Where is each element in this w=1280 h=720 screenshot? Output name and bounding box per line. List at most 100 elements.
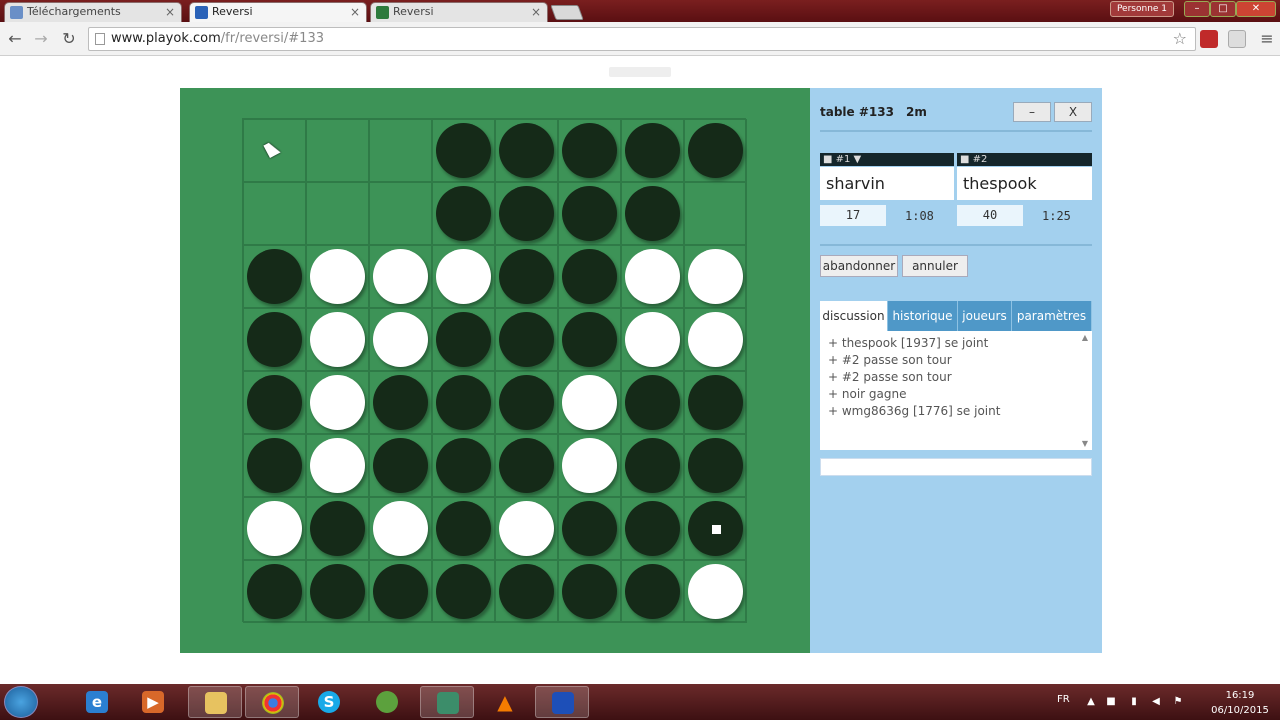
tab-parametres[interactable]: paramètres: [1012, 301, 1092, 331]
board-cell[interactable]: [243, 371, 306, 434]
board-cell[interactable]: [306, 560, 369, 623]
resign-button[interactable]: abandonner: [820, 255, 898, 277]
bookmark-star-icon[interactable]: ☆: [1173, 28, 1187, 50]
board-cell[interactable]: [621, 119, 684, 182]
board-cell[interactable]: [621, 245, 684, 308]
board-cell[interactable]: [306, 182, 369, 245]
board-cell[interactable]: [621, 560, 684, 623]
vlc-icon[interactable]: ▲: [478, 686, 532, 718]
back-button[interactable]: ←: [4, 28, 26, 50]
board-cell[interactable]: [306, 245, 369, 308]
taskbar-time[interactable]: 16:19: [1205, 690, 1275, 701]
chat-input[interactable]: [820, 458, 1092, 476]
maximize-button[interactable]: □: [1210, 1, 1236, 17]
tab-close-icon[interactable]: ×: [350, 3, 360, 21]
board-cell[interactable]: [684, 245, 747, 308]
board-cell[interactable]: [243, 245, 306, 308]
tab-close-icon[interactable]: ×: [531, 3, 541, 21]
board-cell[interactable]: [369, 182, 432, 245]
explorer-icon[interactable]: [188, 686, 242, 718]
app-icon[interactable]: [420, 686, 474, 718]
board-cell[interactable]: [684, 371, 747, 434]
player2-header[interactable]: ■ #2: [957, 153, 1092, 166]
board-cell[interactable]: [306, 308, 369, 371]
reload-button[interactable]: ↻: [58, 28, 80, 50]
window-close-button[interactable]: ✕: [1236, 1, 1276, 17]
board-cell[interactable]: [432, 182, 495, 245]
chat-log[interactable]: + thespook [1937] se joint + #2 passe so…: [820, 331, 1092, 450]
board-cell[interactable]: [621, 308, 684, 371]
board-cell[interactable]: [306, 119, 369, 182]
board-cell[interactable]: [432, 434, 495, 497]
taskbar-date[interactable]: 06/10/2015: [1205, 705, 1275, 716]
board-cell[interactable]: [684, 497, 747, 560]
board-cell[interactable]: [495, 371, 558, 434]
tray-app-icon[interactable]: ■: [1105, 696, 1117, 708]
board-cell[interactable]: [621, 371, 684, 434]
media-icon[interactable]: ▶: [126, 686, 180, 718]
language-indicator[interactable]: FR: [1057, 694, 1070, 705]
chrome-icon[interactable]: [245, 686, 299, 718]
board-cell[interactable]: [306, 434, 369, 497]
board-cell[interactable]: [495, 434, 558, 497]
board-cell[interactable]: [558, 434, 621, 497]
board-cell[interactable]: [495, 560, 558, 623]
remote-icon[interactable]: [535, 686, 589, 718]
board-cell[interactable]: [369, 371, 432, 434]
board-cell[interactable]: [558, 308, 621, 371]
board-cell[interactable]: [621, 434, 684, 497]
cancel-button[interactable]: annuler: [902, 255, 968, 277]
board-cell[interactable]: [558, 119, 621, 182]
board-cell[interactable]: [495, 308, 558, 371]
player1-header[interactable]: ■ #1 ▼: [820, 153, 954, 166]
board-cell[interactable]: [558, 560, 621, 623]
board-cell[interactable]: [369, 497, 432, 560]
board-cell[interactable]: [432, 560, 495, 623]
board-cell[interactable]: [243, 497, 306, 560]
board-cell[interactable]: [684, 119, 747, 182]
board-cell[interactable]: [495, 182, 558, 245]
extension-icon[interactable]: [1228, 30, 1246, 48]
board-cell[interactable]: [306, 497, 369, 560]
start-button[interactable]: [4, 686, 38, 718]
tab-historique[interactable]: historique: [888, 301, 958, 331]
board-cell[interactable]: [243, 182, 306, 245]
minimize-table-button[interactable]: –: [1013, 102, 1051, 122]
skype-icon[interactable]: S: [302, 686, 356, 718]
player1-name[interactable]: sharvin: [820, 167, 954, 200]
menu-icon[interactable]: ≡: [1256, 28, 1278, 50]
board-cell[interactable]: [558, 245, 621, 308]
board-cell[interactable]: [369, 245, 432, 308]
tab-discussion[interactable]: discussion: [820, 301, 888, 331]
board-cell[interactable]: [432, 308, 495, 371]
tab-joueurs[interactable]: joueurs: [958, 301, 1012, 331]
board-cell[interactable]: [432, 119, 495, 182]
board-cell[interactable]: [495, 497, 558, 560]
tab-telechargements[interactable]: Téléchargements ×: [4, 2, 182, 22]
board-cell[interactable]: [369, 560, 432, 623]
flag-icon[interactable]: ⚑: [1172, 696, 1184, 708]
new-tab-button[interactable]: [550, 5, 584, 20]
board-cell[interactable]: [243, 434, 306, 497]
board-cell[interactable]: [369, 119, 432, 182]
board-cell[interactable]: [369, 434, 432, 497]
scroll-up-icon[interactable]: ▲: [1082, 333, 1088, 342]
tab-close-icon[interactable]: ×: [165, 3, 175, 21]
board-cell[interactable]: [558, 497, 621, 560]
board-cell[interactable]: [432, 371, 495, 434]
board-cell[interactable]: [243, 308, 306, 371]
volume-icon[interactable]: ◀: [1150, 696, 1162, 708]
tab-reversi[interactable]: Reversi ×: [370, 2, 548, 22]
board-cell[interactable]: [684, 560, 747, 623]
network-icon[interactable]: ▮: [1128, 696, 1140, 708]
board-cell[interactable]: [243, 560, 306, 623]
board-cell[interactable]: [684, 308, 747, 371]
minimize-button[interactable]: –: [1184, 1, 1210, 17]
player2-name[interactable]: thespook: [957, 167, 1092, 200]
board-cell[interactable]: [495, 245, 558, 308]
board-cell[interactable]: [495, 119, 558, 182]
extension-icon[interactable]: [1200, 30, 1218, 48]
board-cell[interactable]: [621, 182, 684, 245]
board-cell[interactable]: [558, 371, 621, 434]
xbox-icon[interactable]: [360, 686, 414, 718]
